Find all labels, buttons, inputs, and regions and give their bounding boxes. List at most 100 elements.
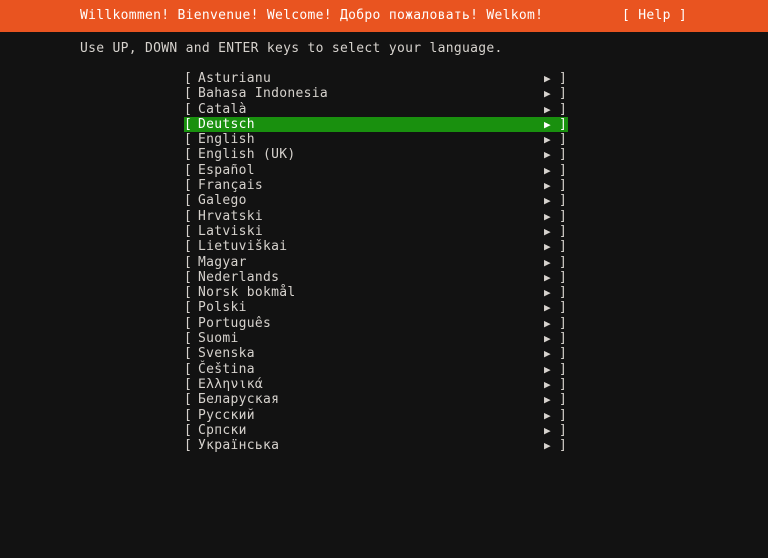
bracket-close: ]: [559, 315, 567, 331]
language-list-item[interactable]: [ English (UK) ▶]: [184, 147, 568, 162]
chevron-right-icon: ▶: [544, 72, 551, 85]
language-list-item[interactable]: [Українська ▶]: [184, 438, 568, 453]
bracket-open: [: [184, 422, 192, 438]
welcome-title: Willkommen! Bienvenue! Welcome! Добро по…: [80, 8, 544, 23]
bracket-close: ]: [559, 269, 567, 285]
chevron-right-icon: ▶: [544, 163, 551, 177]
help-button[interactable]: [ Help ]: [622, 0, 687, 32]
bracket-open: [: [184, 331, 192, 347]
language-list-item[interactable]: [Latviski ▶]: [184, 224, 568, 239]
language-list-item[interactable]: [ Lietuviškai ▶]: [184, 239, 568, 254]
bracket-open: [: [184, 392, 192, 408]
bracket-close: ]: [559, 407, 567, 423]
language-list-item[interactable]: [Deutsch ▶]: [184, 116, 568, 133]
bracket-open: [: [184, 223, 192, 239]
chevron-right-icon: ▶: [544, 224, 551, 238]
language-list-item[interactable]: [Galego ▶]: [184, 193, 568, 208]
chevron-right-icon: ▶: [544, 87, 551, 101]
bracket-open: [: [184, 269, 192, 285]
chevron-right-icon: ▶: [544, 347, 551, 361]
bracket-close: ]: [559, 86, 567, 102]
bracket-open: [: [184, 346, 192, 362]
language-list-item[interactable]: [Nederlands ▶]: [184, 270, 568, 285]
language-list-item[interactable]: [Čeština ▶]: [184, 362, 568, 377]
chevron-right-icon: ▶: [544, 194, 551, 208]
bracket-open: [: [184, 438, 192, 454]
chevron-right-icon: ▶: [544, 240, 551, 254]
language-list-item[interactable]: [Norsk bokmål ▶]: [184, 285, 568, 300]
language-list-item[interactable]: [Português ▶]: [184, 316, 568, 331]
language-label: English: [198, 132, 255, 148]
language-list-item[interactable]: [Ελληνικά ▶]: [184, 377, 568, 392]
language-label: Bahasa Indonesia: [198, 86, 329, 102]
chevron-right-icon: ▶: [544, 102, 551, 116]
language-label: Svenska: [198, 346, 255, 362]
language-list-item[interactable]: [Español ▶]: [184, 163, 568, 178]
language-label: Asturianu: [198, 71, 272, 86]
bracket-close: ]: [559, 132, 567, 148]
language-label: Русский: [198, 407, 255, 423]
language-list-item[interactable]: [Suomi ▶]: [184, 331, 568, 346]
language-list-item[interactable]: [ Svenska ▶]: [184, 346, 568, 361]
language-list-item[interactable]: [Asturianu ▶]: [184, 71, 568, 86]
language-list-item[interactable]: [ Русский ▶]: [184, 408, 568, 423]
bracket-open: [: [184, 147, 192, 163]
bracket-close: ]: [559, 178, 567, 194]
chevron-right-icon: ▶: [544, 179, 551, 193]
chevron-right-icon: ▶: [544, 439, 551, 453]
bracket-open: [: [184, 116, 192, 132]
chevron-right-icon: ▶: [544, 362, 551, 376]
chevron-right-icon: ▶: [544, 286, 551, 300]
instruction-text: Use UP, DOWN and ENTER keys to select yo…: [80, 41, 503, 56]
bracket-open: [: [184, 193, 192, 209]
language-list-item[interactable]: [Français ▶]: [184, 178, 568, 193]
language-list-item[interactable]: [ Magyar ▶]: [184, 255, 568, 270]
language-list-item[interactable]: [Polski ▶]: [184, 300, 568, 315]
language-label: English (UK): [198, 147, 296, 163]
bracket-open: [: [184, 361, 192, 377]
chevron-right-icon: ▶: [544, 255, 551, 269]
bracket-close: ]: [559, 392, 567, 408]
language-list-item[interactable]: [Српски ▶]: [184, 423, 568, 438]
bracket-close: ]: [559, 300, 567, 316]
language-label: Magyar: [198, 254, 247, 270]
bracket-close: ]: [559, 223, 567, 239]
bracket-open: [: [184, 300, 192, 316]
language-label: Ελληνικά: [198, 376, 264, 392]
chevron-right-icon: ▶: [544, 423, 551, 437]
bracket-close: ]: [559, 239, 567, 255]
bracket-close: ]: [559, 285, 567, 301]
bracket-open: [: [184, 208, 192, 224]
bracket-close: ]: [559, 208, 567, 224]
bracket-close: ]: [559, 193, 567, 209]
bracket-open: [: [184, 407, 192, 423]
bracket-open: [: [184, 254, 192, 270]
chevron-right-icon: ▶: [544, 408, 551, 422]
chevron-right-icon: ▶: [544, 148, 551, 162]
bracket-open: [: [184, 178, 192, 194]
language-list-item[interactable]: [ Bahasa Indonesia ▶]: [184, 86, 568, 101]
language-label: Català: [198, 101, 247, 117]
language-label: Українська: [198, 438, 280, 454]
bracket-close: ]: [559, 422, 567, 438]
language-label: Suomi: [198, 331, 239, 347]
language-label: Español: [198, 162, 255, 178]
language-list-item[interactable]: [Hrvatski ▶]: [184, 209, 568, 224]
bracket-close: ]: [559, 346, 567, 362]
language-label: Lietuviškai: [198, 239, 288, 255]
bracket-open: [: [184, 239, 192, 255]
language-label: Беларуская: [198, 392, 280, 408]
chevron-right-icon: ▶: [544, 301, 551, 315]
bracket-close: ]: [559, 361, 567, 377]
language-list-item[interactable]: [Беларуская ▶]: [184, 392, 568, 407]
language-list: [ Asturianu ▶] [ Bahasa Indonesia ▶] [ Català ▶]…: [184, 71, 568, 453]
bracket-open: [: [184, 86, 192, 102]
chevron-right-icon: ▶: [544, 270, 551, 284]
bracket-close: ]: [559, 254, 567, 270]
bracket-open: [: [184, 101, 192, 117]
chevron-right-icon: ▶: [544, 332, 551, 346]
language-list-item[interactable]: [English ▶]: [184, 132, 568, 147]
bracket-open: [: [184, 376, 192, 392]
language-list-item[interactable]: [Català ▶]: [184, 102, 568, 117]
bracket-close: ]: [559, 147, 567, 163]
